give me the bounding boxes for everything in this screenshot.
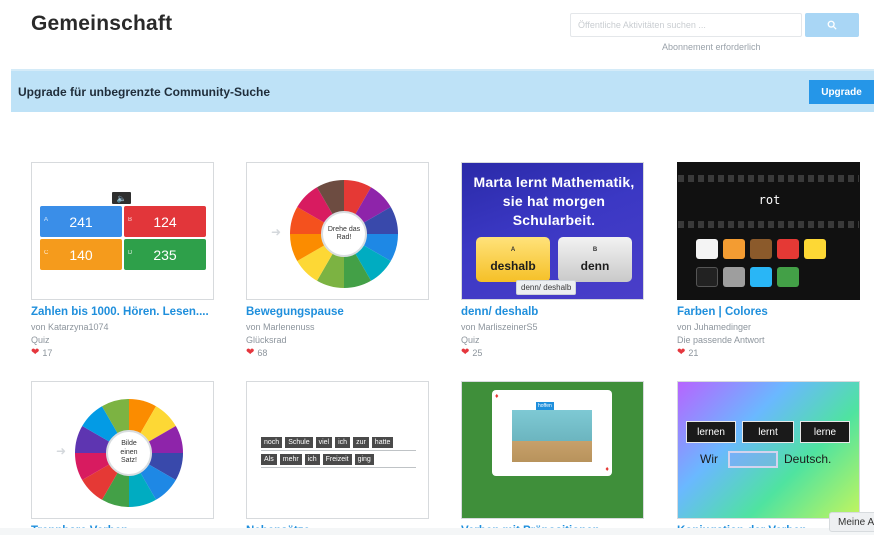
card-likes: ❤ 68 (246, 347, 268, 359)
activity-thumbnail[interactable]: hoffen ♦ ♦ (461, 381, 644, 519)
word-tile: viel (315, 437, 333, 448)
answer-box: Adeshalb (476, 237, 550, 282)
illustration (512, 410, 592, 462)
card-type: Glücksrad (246, 335, 287, 345)
word-tile: Freizeit (322, 454, 352, 465)
card-type: Quiz (31, 335, 50, 345)
spin-wheel: Bilde einen Satz! (73, 397, 185, 509)
option-box: lerne (800, 421, 850, 443)
word-tile: Als (261, 454, 277, 465)
activity-thumbnail[interactable]: noch Schule viel ich zur hatte Als mehr … (246, 381, 429, 519)
card-title[interactable]: Farben | Colores (677, 306, 867, 318)
activity-thumbnail[interactable]: ➜ Drehe das Rad! (246, 162, 429, 300)
heart-icon: ❤ (461, 347, 470, 358)
subscription-note: Abonnement erforderlich (662, 42, 761, 52)
meine-aktivitaeten-button[interactable]: Meine A (829, 512, 874, 532)
thumbnail-word: hoffen (536, 402, 554, 410)
activity-thumbnail[interactable]: Marta lernt Mathematik, sie hat morgen S… (461, 162, 644, 300)
activity-thumbnail[interactable]: 🔈 A 241 B 124 C 140 D 235 (31, 162, 214, 300)
header: Gemeinschaft Abonnement erforderlich (0, 0, 874, 66)
card-author: von MarliszeinerS5 (461, 322, 538, 332)
activity-thumbnail[interactable]: rot (677, 162, 860, 300)
card-suit-icon: ♦ (495, 393, 499, 400)
card-type: Die passende Antwort (677, 335, 765, 345)
card-title[interactable]: denn/ deshalb (461, 306, 651, 318)
quiz-tile: B 124 (124, 206, 206, 237)
quiz-tile: C 140 (40, 239, 122, 270)
wheel-center-text: Bilde einen Satz! (106, 430, 152, 476)
word-tile: ich (335, 437, 351, 448)
answer-box: Bdenn (558, 237, 632, 282)
tooltip: denn/ deshalb (516, 280, 577, 295)
search-icon (827, 20, 837, 30)
card-likes: ❤ 25 (461, 347, 483, 359)
card-suit-icon: ♦ (605, 466, 609, 473)
card-likes: ❤ 21 (677, 347, 699, 359)
arrow-icon: ➜ (56, 444, 67, 458)
option-box: lernen (686, 421, 736, 443)
quiz-tile: D 235 (124, 239, 206, 270)
word-tile: Schule (285, 437, 313, 448)
sentence-end: Deutsch. (784, 452, 832, 466)
card-author: von Juhamedinger (677, 322, 752, 332)
heart-icon: ❤ (246, 347, 255, 358)
upgrade-button[interactable]: Upgrade (809, 80, 874, 104)
quiz-tile: A 241 (40, 206, 122, 237)
search-input[interactable] (570, 13, 802, 37)
activity-thumbnail[interactable]: ➜ Bilde einen Satz! (31, 381, 214, 519)
word-tile: zur (353, 437, 369, 448)
thumbnail-headline: Marta lernt Mathematik, sie hat morgen S… (473, 174, 635, 228)
word-row: noch Schule viel ich zur hatte (261, 437, 394, 448)
playing-card: hoffen ♦ ♦ (492, 390, 612, 476)
card-likes: ❤ 17 (31, 347, 53, 359)
color-cats (696, 239, 826, 259)
upgrade-banner: Upgrade für unbegrenzte Community-Suche … (11, 69, 874, 112)
color-cats (696, 267, 799, 287)
card-type: Quiz (461, 335, 480, 345)
card-author: von Katarzyna1074 (31, 322, 109, 332)
word-row: Als mehr ich Freizeit ging (261, 454, 374, 465)
heart-icon: ❤ (31, 347, 40, 358)
card-title[interactable]: Bewegungspause (246, 306, 436, 318)
spin-wheel: Drehe das Rad! (288, 178, 400, 290)
card-title[interactable]: Zahlen bis 1000. Hören. Lesen.... (31, 306, 221, 318)
quiz-answer-grid: A 241 B 124 C 140 D 235 (40, 206, 206, 271)
word-tile: noch (261, 437, 283, 448)
heart-icon: ❤ (677, 347, 686, 358)
answer-gap (728, 451, 778, 468)
card-author: von Marlenenuss (246, 322, 315, 332)
wheel-center-text: Drehe das Rad! (321, 211, 367, 257)
search-button[interactable] (805, 13, 859, 37)
speaker-icon: 🔈 (112, 192, 131, 204)
word-tile: hatte (371, 437, 394, 448)
option-box: lernt (742, 421, 794, 443)
word-tile: mehr (279, 454, 302, 465)
thumbnail-word: rot (758, 193, 781, 207)
sentence-start: Wir (700, 452, 718, 466)
arrow-icon: ➜ (271, 225, 282, 239)
word-tile: ging (354, 454, 374, 465)
banner-text: Upgrade für unbegrenzte Community-Suche (18, 84, 271, 99)
page-title: Gemeinschaft (31, 12, 173, 35)
word-tile: ich (304, 454, 320, 465)
activity-thumbnail[interactable]: lernen lernt lerne Wir Deutsch. (677, 381, 860, 519)
